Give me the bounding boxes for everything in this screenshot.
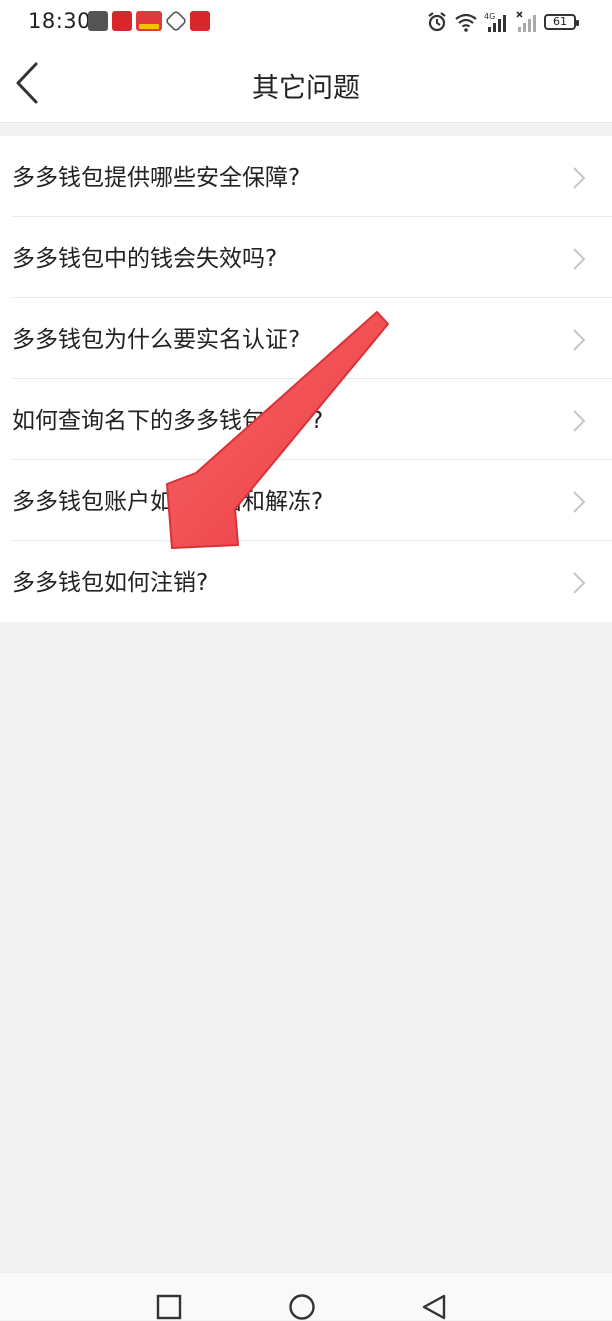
question-item-real-name[interactable]: 多多钱包为什么要实名认证? (0, 298, 612, 379)
chevron-right-icon (573, 491, 586, 513)
question-list: 多多钱包提供哪些安全保障? 多多钱包中的钱会失效吗? 多多钱包为什么要实名认证?… (0, 136, 612, 622)
question-label: 多多钱包提供哪些安全保障? (12, 165, 301, 191)
chevron-right-icon (573, 248, 586, 270)
question-item-freeze[interactable]: 多多钱包账户如何冻结和解冻? (0, 460, 612, 541)
signal-icon (516, 11, 536, 32)
system-nav-bar (0, 1272, 612, 1320)
svg-text:4G: 4G (484, 12, 495, 21)
question-label: 如何查询名下的多多钱包账户? (12, 408, 324, 434)
question-label: 多多钱包为什么要实名认证? (12, 327, 301, 353)
question-label: 多多钱包账户如何冻结和解冻? (12, 489, 324, 515)
back-triangle-icon[interactable] (420, 1293, 448, 1321)
question-item-cancel-account[interactable]: 多多钱包如何注销? (0, 541, 612, 622)
battery-indicator: 61 (544, 14, 579, 30)
app-notification-icon (88, 11, 108, 31)
pinduoduo-notification-icon (112, 11, 132, 31)
question-label: 多多钱包如何注销? (12, 570, 209, 596)
notification-icons (88, 9, 210, 33)
status-bar: 18:30 4G 61 (0, 0, 612, 44)
chevron-right-icon (573, 572, 586, 594)
page-title: 其它问题 (252, 73, 360, 104)
alarm-icon (428, 12, 446, 32)
home-icon[interactable] (288, 1293, 316, 1321)
question-item-expiry[interactable]: 多多钱包中的钱会失效吗? (0, 217, 612, 298)
header: 其它问题 (0, 44, 612, 123)
chevron-right-icon (573, 410, 586, 432)
question-item-query-account[interactable]: 如何查询名下的多多钱包账户? (0, 379, 612, 460)
chevron-right-icon (573, 329, 586, 351)
toutiao-notification-icon (136, 11, 162, 31)
wifi-icon (455, 13, 477, 32)
hand-notification-icon (164, 9, 188, 33)
recent-apps-icon[interactable] (155, 1293, 183, 1321)
question-label: 多多钱包中的钱会失效吗? (12, 246, 278, 272)
question-item-security[interactable]: 多多钱包提供哪些安全保障? (0, 136, 612, 217)
status-time: 18:30 (28, 9, 92, 33)
chevron-right-icon (573, 167, 586, 189)
pinduoduo-notification-icon-2 (190, 11, 210, 31)
status-indicators: 4G 61 (426, 10, 579, 34)
signal-4g-icon: 4G (484, 12, 506, 32)
